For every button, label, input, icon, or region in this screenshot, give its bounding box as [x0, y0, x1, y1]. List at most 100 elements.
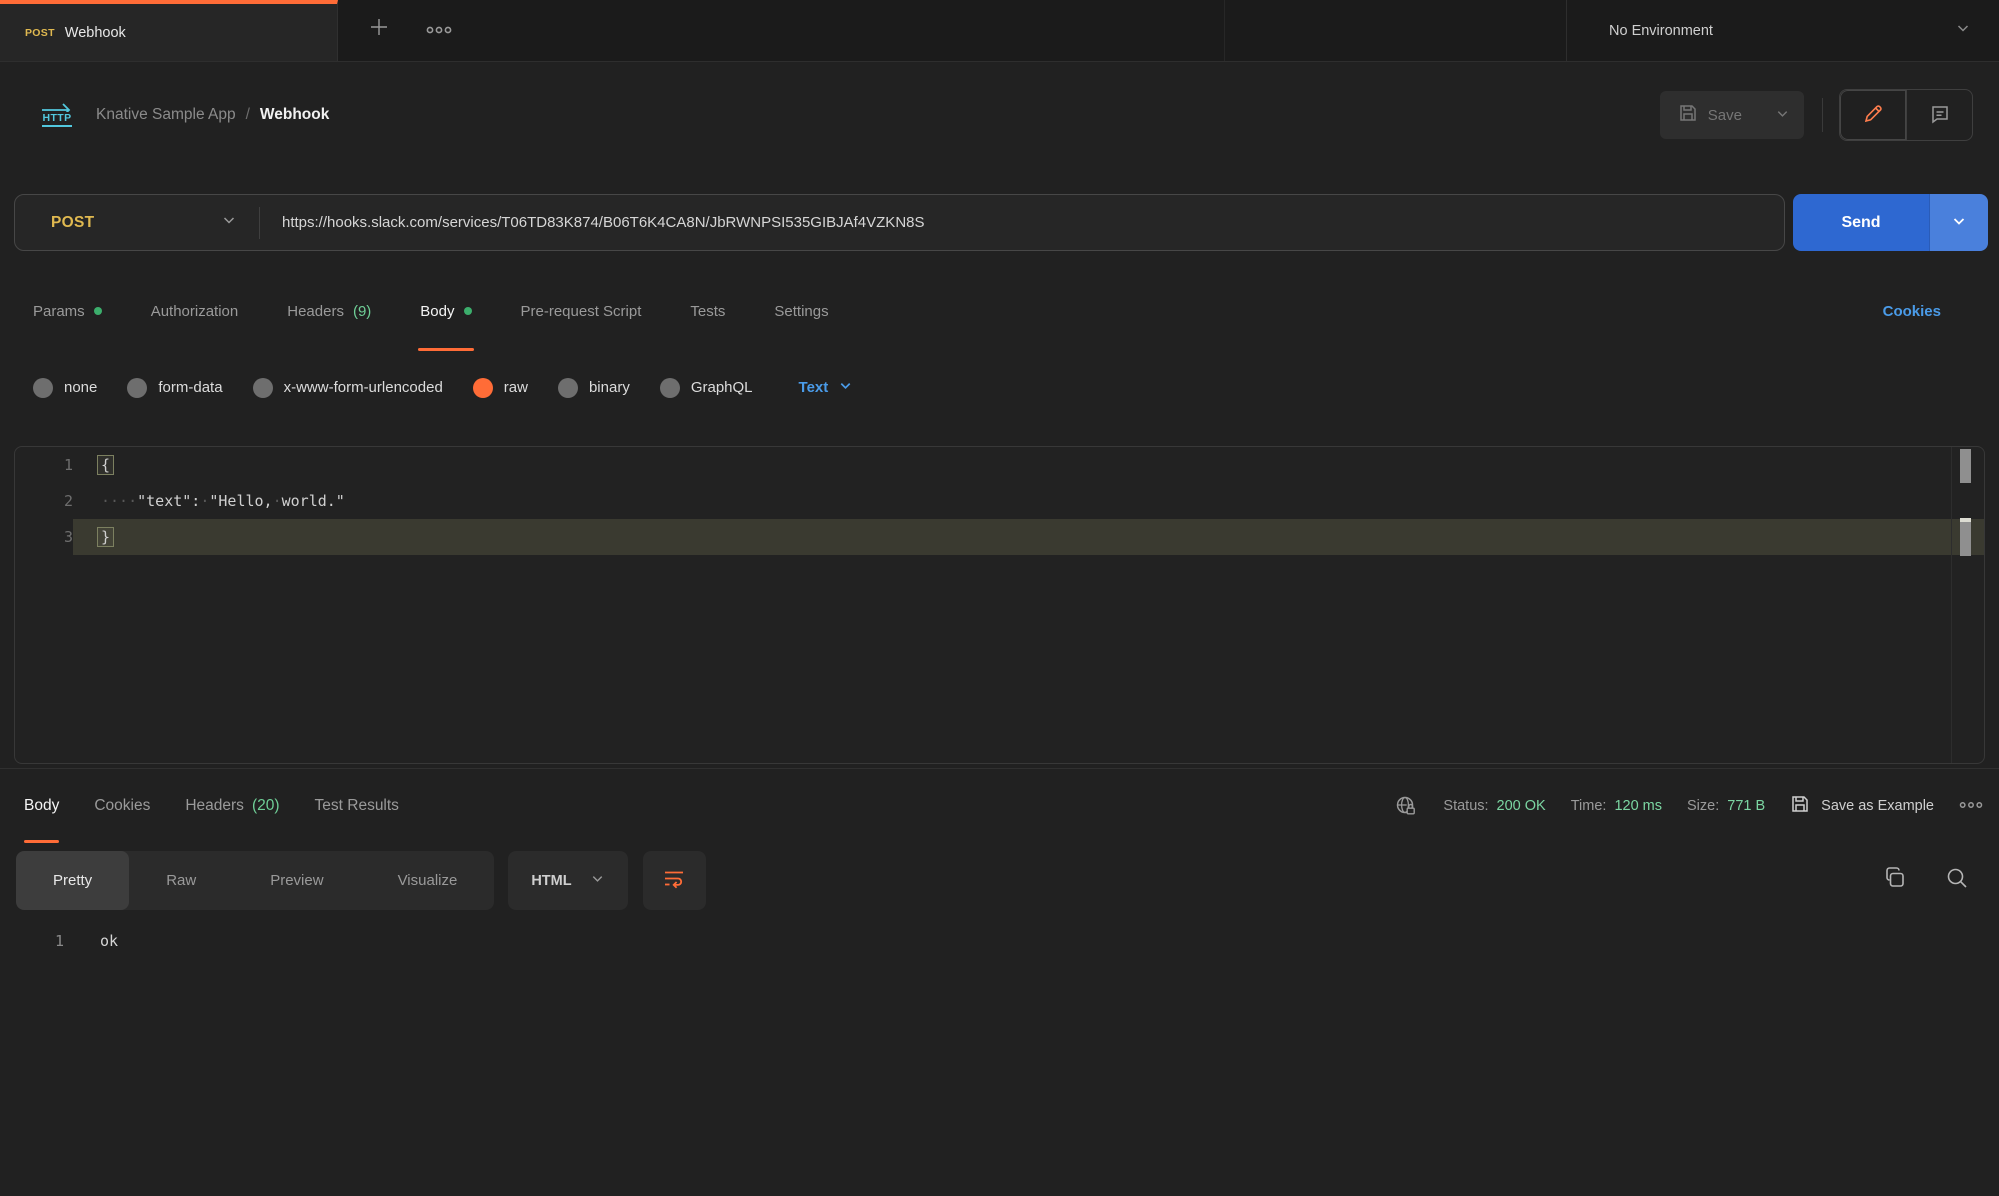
more-options-icon — [1959, 798, 1983, 814]
request-tab-item[interactable]: Pre-request Script — [521, 271, 642, 351]
status-field: Status: 200 OK — [1443, 798, 1545, 814]
url-input[interactable]: https://hooks.slack.com/services/T06TD83… — [260, 214, 925, 231]
ruler-mark[interactable] — [1960, 449, 1971, 483]
radio-icon — [660, 378, 680, 398]
size-value: 771 B — [1727, 798, 1765, 814]
save-as-example-label: Save as Example — [1821, 798, 1934, 814]
more-options-icon — [426, 23, 452, 38]
request-tab-item[interactable]: Headers (9) — [287, 271, 371, 351]
copy-button[interactable] — [1882, 865, 1908, 896]
raw-language-dropdown[interactable]: Text — [799, 378, 854, 397]
url-bar: POST https://hooks.slack.com/services/T0… — [14, 194, 1785, 251]
radio-icon — [473, 378, 493, 398]
send-button[interactable]: Send — [1793, 194, 1929, 251]
response-tab-item[interactable]: Body — [24, 769, 59, 843]
request-tab-item[interactable]: Body — [420, 271, 471, 351]
body-mode-radio[interactable]: none — [33, 378, 97, 398]
response-meta: Status: 200 OK Time: 120 ms Size: 771 B … — [1394, 794, 1983, 818]
status-value: 200 OK — [1497, 798, 1546, 814]
response-line: 1 ok — [0, 923, 1999, 959]
response-tab-item[interactable]: Cookies — [94, 769, 150, 843]
body-mode-radio[interactable]: GraphQL — [660, 378, 753, 398]
response-view-tab[interactable]: Visualize — [361, 851, 495, 910]
request-tab-item[interactable]: Settings — [774, 271, 828, 351]
tab-bar: POST Webhook No Environment — [0, 0, 1999, 62]
response-view-tab[interactable]: Pretty — [16, 851, 129, 910]
tab-options-button[interactable] — [416, 0, 462, 61]
tab-strip-divider — [1224, 0, 1225, 61]
response-view-tab[interactable]: Raw — [129, 851, 233, 910]
time-value: 120 ms — [1614, 798, 1662, 814]
green-dot-indicator — [94, 307, 102, 315]
breadcrumb-separator: / — [246, 106, 250, 124]
cookies-link[interactable]: Cookies — [1883, 303, 1941, 320]
breadcrumb-request-name[interactable]: Webhook — [260, 106, 329, 124]
side-panel-toggle-group — [1839, 89, 1973, 141]
radio-icon — [33, 378, 53, 398]
postman-window: POST Webhook No Environment HTTP Kn — [0, 0, 1999, 1196]
line-number: 3 — [15, 519, 73, 555]
editor-line: 1 { — [15, 447, 1984, 483]
body-mode-radio[interactable]: binary — [558, 378, 630, 398]
line-code: } — [73, 519, 1984, 555]
save-options-button[interactable] — [1760, 91, 1804, 139]
send-options-button[interactable] — [1929, 194, 1988, 251]
new-tab-button[interactable] — [356, 0, 402, 61]
size-label: Size: — [1687, 798, 1719, 814]
response-toolbar: Pretty Raw Preview Visualize HTML — [16, 851, 1982, 910]
save-icon — [1678, 103, 1698, 127]
response-options-button[interactable] — [1959, 798, 1983, 814]
response-body-viewer[interactable]: 1 ok — [0, 923, 1999, 959]
chevron-down-icon — [1951, 213, 1967, 232]
search-icon — [1944, 865, 1970, 896]
line-number: 2 — [15, 483, 73, 519]
pencil-icon — [1862, 103, 1884, 128]
save-icon — [1790, 794, 1810, 818]
editor-line: 2 ····"text":·"Hello,·world." — [15, 483, 1984, 519]
save-as-example-button[interactable]: Save as Example — [1790, 794, 1934, 818]
request-body-editor[interactable]: 1 { 2 ····"text":·"Hello,·world." 3 } — [14, 446, 1985, 764]
response-format-dropdown[interactable]: HTML — [508, 851, 627, 910]
body-mode-radio[interactable]: form-data — [127, 378, 222, 398]
response-view-tab[interactable]: Preview — [233, 851, 360, 910]
search-button[interactable] — [1944, 865, 1970, 896]
breadcrumb-collection[interactable]: Knative Sample App — [96, 106, 236, 124]
comment-icon — [1929, 103, 1951, 128]
size-field: Size: 771 B — [1687, 798, 1765, 814]
response-format-label: HTML — [531, 873, 571, 889]
header-divider — [1822, 98, 1823, 132]
body-mode-radio[interactable]: raw — [473, 378, 528, 398]
response-tools — [1882, 865, 1982, 896]
line-code: ····"text":·"Hello,·world." — [73, 483, 1984, 519]
comments-button[interactable] — [1906, 90, 1972, 140]
edit-documentation-button[interactable] — [1840, 90, 1906, 140]
time-field: Time: 120 ms — [1571, 798, 1662, 814]
request-tab[interactable]: POST Webhook — [0, 0, 338, 61]
request-tab-item[interactable]: Params — [33, 271, 102, 351]
method-dropdown[interactable]: POST — [15, 212, 259, 233]
environment-selector[interactable]: No Environment — [1566, 0, 1999, 61]
request-tab-item[interactable]: Tests — [690, 271, 725, 351]
http-request-icon: HTTP — [40, 103, 74, 127]
chevron-down-icon — [838, 378, 853, 397]
line-code: { — [73, 447, 1984, 483]
save-button[interactable]: Save — [1660, 91, 1760, 139]
editor-line: 3 } — [15, 519, 1984, 555]
line-number: 1 — [0, 932, 64, 950]
editor-overview-ruler — [1951, 447, 1952, 763]
radio-icon — [558, 378, 578, 398]
response-header: Body Cookies Headers (20) Test Results S… — [0, 768, 1999, 843]
request-tabs-row: Params Authorization Headers (9) Body — [0, 251, 1999, 351]
tab-title: Webhook — [65, 25, 126, 41]
body-mode-radio[interactable]: x-www-form-urlencoded — [253, 378, 443, 398]
wrap-lines-button[interactable] — [643, 851, 706, 910]
response-tabs: Body Cookies Headers (20) Test Results — [24, 769, 399, 843]
response-tab-item[interactable]: Headers (20) — [185, 769, 279, 843]
response-tab-item[interactable]: Test Results — [315, 769, 399, 843]
globe-lock-icon[interactable] — [1394, 794, 1418, 818]
ruler-mark[interactable] — [1960, 518, 1971, 556]
request-tab-item[interactable]: Authorization — [151, 271, 239, 351]
tab-method-badge: POST — [25, 27, 55, 39]
request-tabs: Params Authorization Headers (9) Body — [33, 271, 829, 351]
radio-icon — [253, 378, 273, 398]
